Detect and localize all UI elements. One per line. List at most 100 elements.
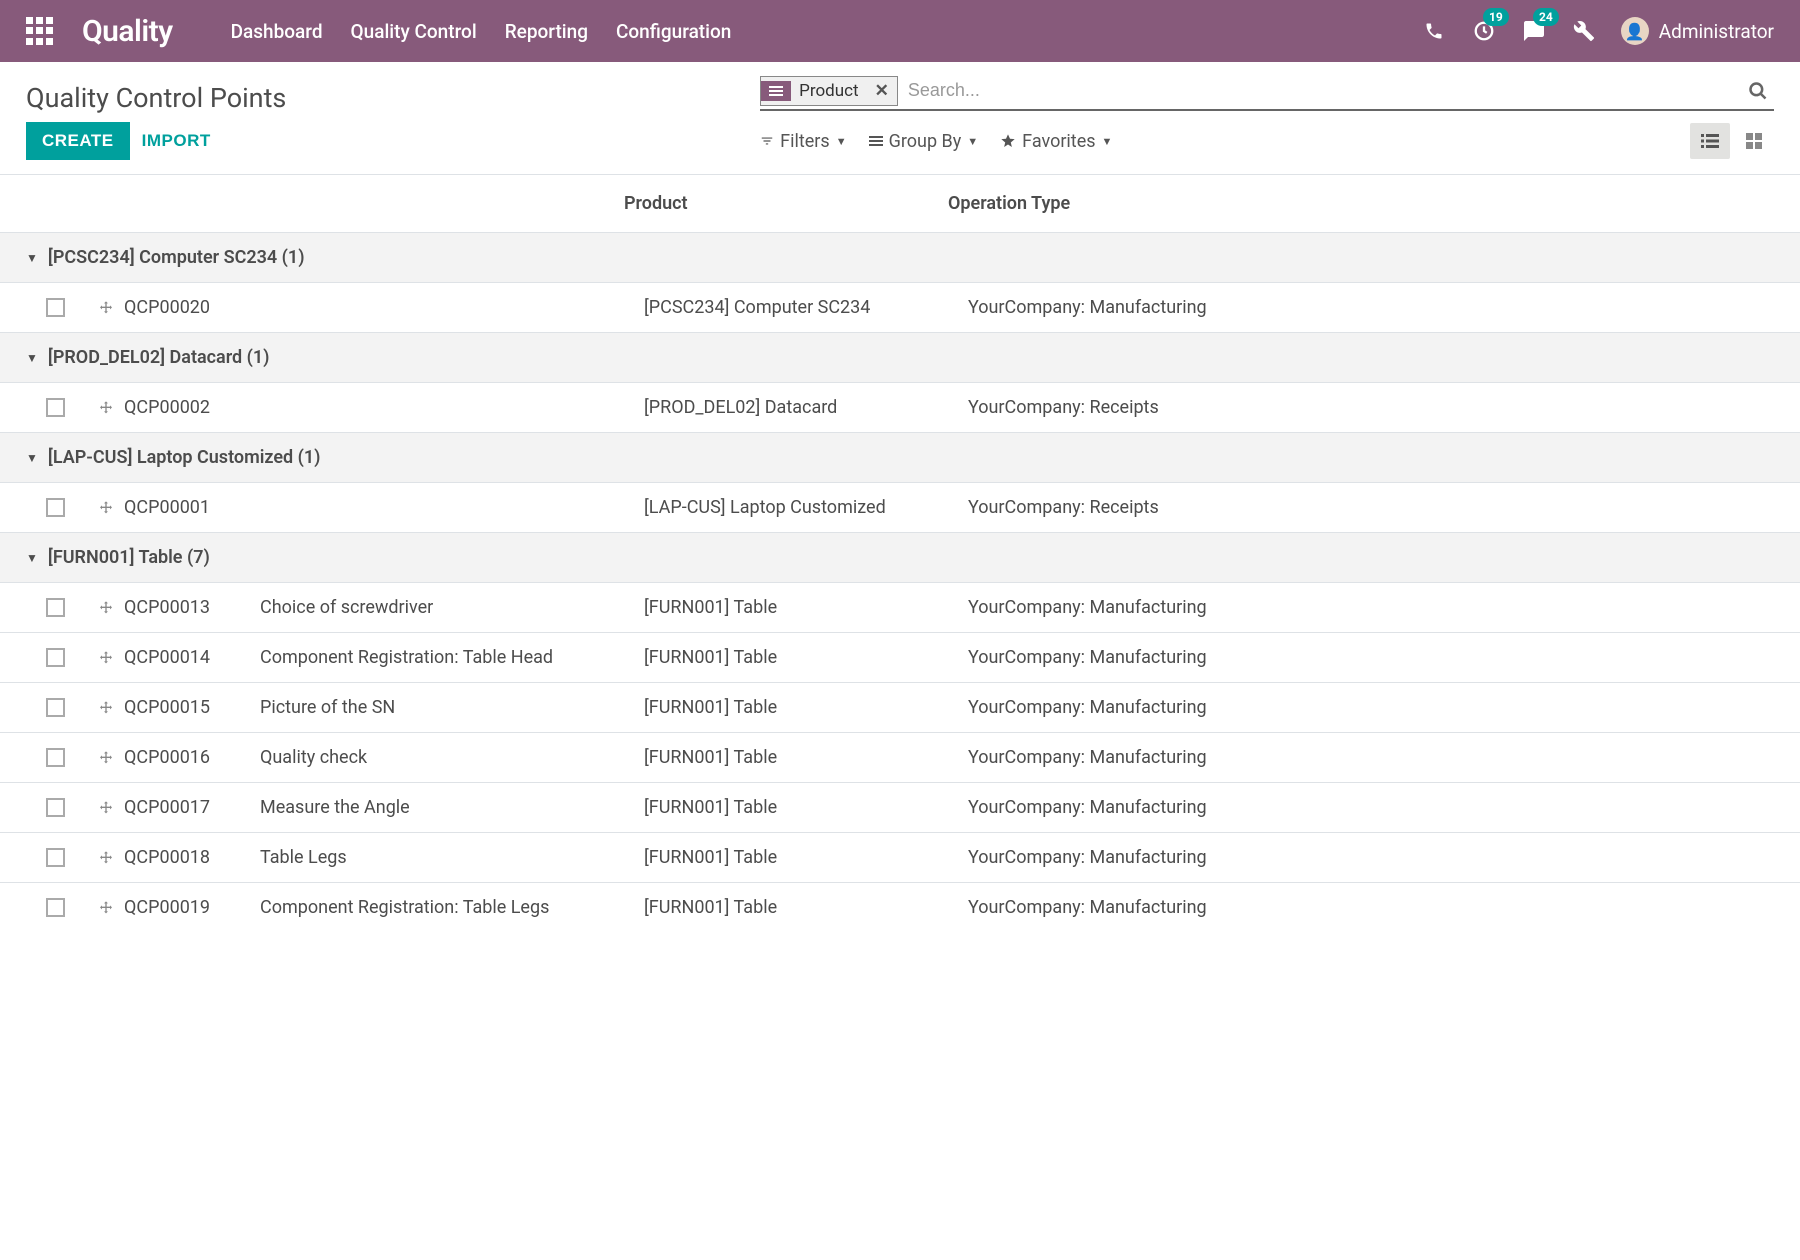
drag-handle-icon[interactable] xyxy=(88,700,124,716)
column-header-operation-type[interactable]: Operation Type xyxy=(948,193,1774,214)
list-view: Product Operation Type ▼[PCSC234] Comput… xyxy=(0,175,1800,932)
group-title: [LAP-CUS] Laptop Customized (1) xyxy=(48,447,321,468)
row-operation-type: YourCompany: Manufacturing xyxy=(968,847,1774,868)
row-checkbox[interactable] xyxy=(46,748,65,767)
user-menu[interactable]: 👤 Administrator xyxy=(1621,17,1774,45)
group-row[interactable]: ▼ [PROD_DEL02] Datacard (1) xyxy=(0,332,1800,382)
import-button[interactable]: IMPORT xyxy=(142,131,211,151)
table-row[interactable]: QCP00017Measure the Angle[FURN001] Table… xyxy=(0,782,1800,832)
row-operation-type: YourCompany: Manufacturing xyxy=(968,597,1774,618)
drag-handle-icon[interactable] xyxy=(88,300,124,316)
kanban-view-button[interactable] xyxy=(1734,123,1774,159)
row-operation-type: YourCompany: Manufacturing xyxy=(968,797,1774,818)
search-input[interactable] xyxy=(904,74,1742,107)
drag-handle-icon[interactable] xyxy=(88,850,124,866)
row-title: Component Registration: Table Head xyxy=(260,647,644,668)
drag-handle-icon[interactable] xyxy=(88,400,124,416)
page-title: Quality Control Points xyxy=(26,74,286,114)
tools-icon[interactable] xyxy=(1571,18,1597,44)
group-by-dropdown[interactable]: Group By ▼ xyxy=(869,131,979,152)
row-product: [FURN001] Table xyxy=(644,797,968,818)
avatar: 👤 xyxy=(1621,17,1649,45)
row-product: [PROD_DEL02] Datacard xyxy=(644,397,968,418)
drag-handle-icon[interactable] xyxy=(88,600,124,616)
group-title: [PROD_DEL02] Datacard (1) xyxy=(48,347,270,368)
row-product: [PCSC234] Computer SC234 xyxy=(644,297,968,318)
nav-menu: Dashboard Quality Control Reporting Conf… xyxy=(231,20,732,43)
search-bar: Product ✕ xyxy=(760,74,1774,111)
activities-icon[interactable]: 19 xyxy=(1471,18,1497,44)
row-checkbox[interactable] xyxy=(46,498,65,517)
drag-handle-icon[interactable] xyxy=(88,800,124,816)
filters-dropdown[interactable]: Filters ▼ xyxy=(760,131,846,152)
apps-launcher-icon[interactable] xyxy=(26,17,54,45)
favorites-label: Favorites xyxy=(1022,131,1095,152)
column-header-product[interactable]: Product xyxy=(624,193,948,214)
group-caret-icon: ▼ xyxy=(26,351,38,365)
control-panel: Quality Control Points Product ✕ CREATE … xyxy=(0,62,1800,174)
table-row[interactable]: QCP00015Picture of the SN[FURN001] Table… xyxy=(0,682,1800,732)
list-header: Product Operation Type xyxy=(0,175,1800,232)
row-title: Measure the Angle xyxy=(260,797,644,818)
nav-configuration[interactable]: Configuration xyxy=(616,20,731,43)
search-facet-product: Product ✕ xyxy=(760,76,898,106)
group-row[interactable]: ▼[FURN001] Table (7) xyxy=(0,532,1800,582)
row-checkbox[interactable] xyxy=(46,698,65,717)
caret-down-icon: ▼ xyxy=(967,135,978,148)
nav-reporting[interactable]: Reporting xyxy=(505,20,588,43)
table-row[interactable]: QCP00019Component Registration: Table Le… xyxy=(0,882,1800,932)
nav-dashboard[interactable]: Dashboard xyxy=(231,20,323,43)
row-reference: QCP00020 xyxy=(124,297,260,318)
facet-remove-icon[interactable]: ✕ xyxy=(867,77,897,105)
table-row[interactable]: QCP00013Choice of screwdriver[FURN001] T… xyxy=(0,582,1800,632)
app-title: Quality xyxy=(82,14,173,49)
row-reference: QCP00013 xyxy=(124,597,260,618)
group-row[interactable]: ▼[PCSC234] Computer SC234 (1) xyxy=(0,232,1800,282)
row-checkbox[interactable] xyxy=(46,798,65,817)
row-reference: QCP00018 xyxy=(124,847,260,868)
drag-handle-icon[interactable] xyxy=(88,500,124,516)
list-view-button[interactable] xyxy=(1690,123,1730,159)
drag-handle-icon[interactable] xyxy=(88,650,124,666)
group-caret-icon: ▼ xyxy=(26,251,38,265)
row-title: Choice of screwdriver xyxy=(260,597,644,618)
table-row[interactable]: QCP00002 [PROD_DEL02] DatacardYourCompany… xyxy=(0,382,1800,432)
row-title: Table Legs xyxy=(260,847,644,868)
row-checkbox[interactable] xyxy=(46,848,65,867)
row-title: Picture of the SN xyxy=(260,697,644,718)
row-checkbox[interactable] xyxy=(46,898,65,917)
table-row[interactable]: QCP00018Table Legs[FURN001] TableYourCom… xyxy=(0,832,1800,882)
row-product: [FURN001] Table xyxy=(644,697,968,718)
row-reference: QCP00001 xyxy=(124,497,260,518)
row-operation-type: YourCompany: Receipts xyxy=(968,397,1774,418)
row-checkbox[interactable] xyxy=(46,398,65,417)
row-reference: QCP00016 xyxy=(124,747,260,768)
phone-icon[interactable] xyxy=(1421,18,1447,44)
table-row[interactable]: QCP00020[PCSC234] Computer SC234YourComp… xyxy=(0,282,1800,332)
row-product: [FURN001] Table xyxy=(644,897,968,918)
row-checkbox[interactable] xyxy=(46,598,65,617)
drag-handle-icon[interactable] xyxy=(88,750,124,766)
row-operation-type: YourCompany: Manufacturing xyxy=(968,747,1774,768)
favorites-dropdown[interactable]: Favorites ▼ xyxy=(1000,131,1112,152)
table-row[interactable]: QCP00016Quality check[FURN001] TableYour… xyxy=(0,732,1800,782)
search-icon[interactable] xyxy=(1742,77,1774,105)
row-checkbox[interactable] xyxy=(46,648,65,667)
table-row[interactable]: QCP00001[LAP-CUS] Laptop CustomizedYourC… xyxy=(0,482,1800,532)
discuss-icon[interactable]: 24 xyxy=(1521,18,1547,44)
row-product: [FURN001] Table xyxy=(644,647,968,668)
row-title: Component Registration: Table Legs xyxy=(260,897,644,918)
create-button[interactable]: CREATE xyxy=(26,122,130,160)
nav-quality-control[interactable]: Quality Control xyxy=(351,20,477,43)
group-row[interactable]: ▼[LAP-CUS] Laptop Customized (1) xyxy=(0,432,1800,482)
group-title: [FURN001] Table (7) xyxy=(48,547,210,568)
row-reference: QCP00002 xyxy=(124,397,260,418)
caret-down-icon: ▼ xyxy=(1102,135,1113,148)
facet-label: Product xyxy=(791,77,866,105)
caret-down-icon: ▼ xyxy=(836,135,847,148)
row-checkbox[interactable] xyxy=(46,298,65,317)
drag-handle-icon[interactable] xyxy=(88,900,124,916)
row-title: Quality check xyxy=(260,747,644,768)
table-row[interactable]: QCP00014Component Registration: Table He… xyxy=(0,632,1800,682)
row-product: [FURN001] Table xyxy=(644,847,968,868)
